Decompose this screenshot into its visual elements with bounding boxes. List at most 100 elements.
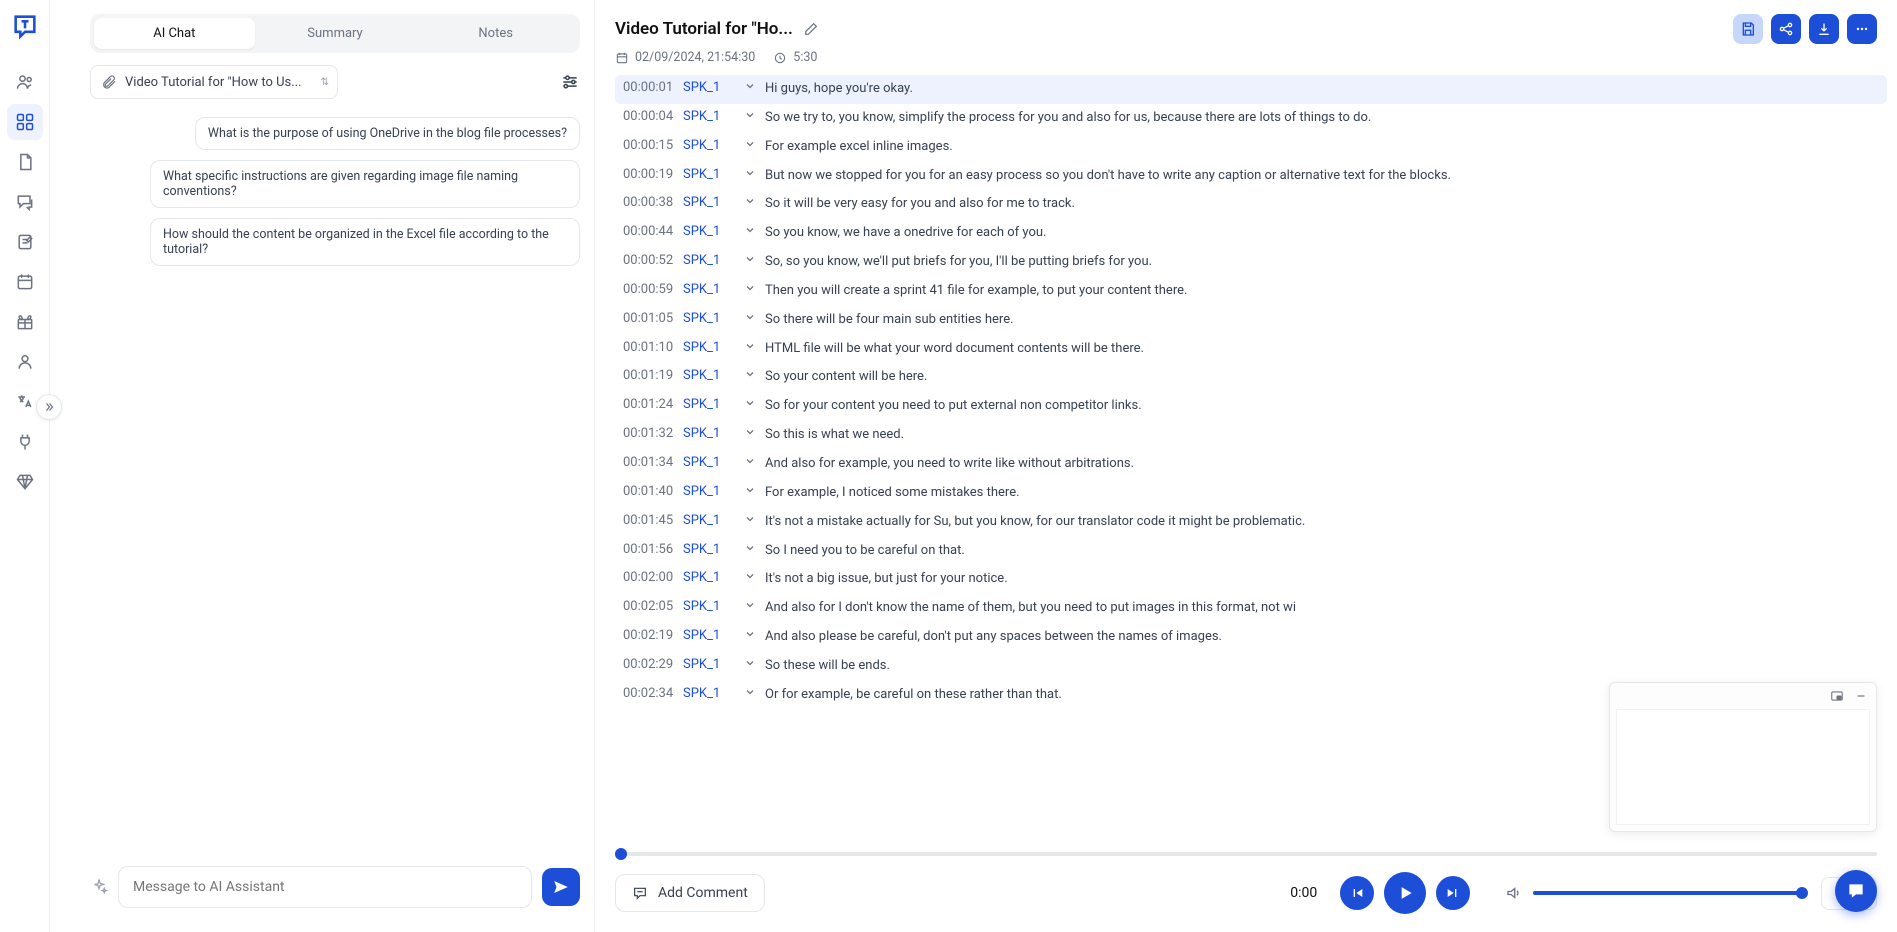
file-selector[interactable]: Video Tutorial for "How to Us... ⇅ <box>90 65 338 99</box>
chevron-down-icon[interactable] <box>735 542 765 554</box>
speaker-label[interactable]: SPK_1 <box>683 542 735 557</box>
pip-icon[interactable] <box>1830 689 1844 703</box>
chevron-down-icon[interactable] <box>735 657 765 669</box>
chevron-down-icon[interactable] <box>735 311 765 323</box>
rail-people-icon[interactable] <box>7 64 43 100</box>
speaker-label[interactable]: SPK_1 <box>683 224 735 239</box>
edit-title-icon[interactable] <box>803 21 819 37</box>
volume-bar[interactable] <box>1533 891 1803 895</box>
rail-expand-button[interactable] <box>36 394 62 420</box>
suggestion-item[interactable]: How should the content be organized in t… <box>150 218 580 266</box>
transcript-row[interactable]: 00:01:34SPK_1And also for example, you n… <box>615 450 1887 479</box>
speaker-label[interactable]: SPK_1 <box>683 599 735 614</box>
chevron-down-icon[interactable] <box>735 253 765 265</box>
transcript-row[interactable]: 00:00:52SPK_1So, so you know, we'll put … <box>615 248 1887 277</box>
chevron-down-icon[interactable] <box>735 109 765 121</box>
chat-input[interactable] <box>118 866 532 908</box>
chevron-down-icon[interactable] <box>735 426 765 438</box>
send-button[interactable] <box>542 868 580 906</box>
transcript-row[interactable]: 00:01:56SPK_1So I need you to be careful… <box>615 537 1887 566</box>
transcript-row[interactable]: 00:00:15SPK_1For example excel inline im… <box>615 133 1887 162</box>
prev-button[interactable] <box>1340 876 1374 910</box>
speaker-label[interactable]: SPK_1 <box>683 368 735 383</box>
speaker-label[interactable]: SPK_1 <box>683 657 735 672</box>
add-comment-button[interactable]: Add Comment <box>615 874 765 912</box>
rail-plugin-icon[interactable] <box>7 424 43 460</box>
speaker-label[interactable]: SPK_1 <box>683 138 735 153</box>
tab-summary[interactable]: Summary <box>255 18 416 49</box>
transcript-row[interactable]: 00:01:45SPK_1It's not a mistake actually… <box>615 508 1887 537</box>
speaker-label[interactable]: SPK_1 <box>683 686 735 701</box>
more-button[interactable] <box>1847 14 1877 44</box>
speaker-label[interactable]: SPK_1 <box>683 282 735 297</box>
transcript-row[interactable]: 00:02:05SPK_1And also for I don't know t… <box>615 594 1887 623</box>
transcript-row[interactable]: 00:01:19SPK_1So your content will be her… <box>615 363 1887 392</box>
transcript-row[interactable]: 00:01:40SPK_1For example, I noticed some… <box>615 479 1887 508</box>
app-logo[interactable] <box>11 12 39 40</box>
sparkle-icon[interactable] <box>90 878 108 896</box>
chevron-down-icon[interactable] <box>735 599 765 611</box>
rail-document-icon[interactable] <box>7 144 43 180</box>
speaker-label[interactable]: SPK_1 <box>683 628 735 643</box>
rail-calendar-icon[interactable] <box>7 264 43 300</box>
transcript-row[interactable]: 00:01:24SPK_1So for your content you nee… <box>615 392 1887 421</box>
video-thumbnail[interactable] <box>1609 682 1877 832</box>
suggestion-item[interactable]: What is the purpose of using OneDrive in… <box>195 117 580 150</box>
transcript-row[interactable]: 00:01:32SPK_1So this is what we need. <box>615 421 1887 450</box>
rail-profile-icon[interactable] <box>7 344 43 380</box>
chevron-down-icon[interactable] <box>735 167 765 179</box>
chevron-down-icon[interactable] <box>735 570 765 582</box>
download-button[interactable] <box>1809 14 1839 44</box>
chevron-down-icon[interactable] <box>735 195 765 207</box>
chevron-down-icon[interactable] <box>735 513 765 525</box>
chevron-down-icon[interactable] <box>735 455 765 467</box>
transcript-row[interactable]: 00:01:10SPK_1HTML file will be what your… <box>615 335 1887 364</box>
tab-notes[interactable]: Notes <box>415 18 576 49</box>
speaker-label[interactable]: SPK_1 <box>683 484 735 499</box>
suggestion-item[interactable]: What specific instructions are given reg… <box>150 160 580 208</box>
minimize-icon[interactable] <box>1854 689 1868 703</box>
chevron-down-icon[interactable] <box>735 368 765 380</box>
speaker-label[interactable]: SPK_1 <box>683 253 735 268</box>
speaker-label[interactable]: SPK_1 <box>683 397 735 412</box>
transcript-row[interactable]: 00:01:05SPK_1So there will be four main … <box>615 306 1887 335</box>
transcript-row[interactable]: 00:02:19SPK_1And also please be careful,… <box>615 623 1887 652</box>
rail-chat-icon[interactable] <box>7 184 43 220</box>
speaker-label[interactable]: SPK_1 <box>683 109 735 124</box>
rail-gift-icon[interactable] <box>7 304 43 340</box>
speaker-label[interactable]: SPK_1 <box>683 426 735 441</box>
next-button[interactable] <box>1436 876 1470 910</box>
speaker-label[interactable]: SPK_1 <box>683 80 735 95</box>
speaker-label[interactable]: SPK_1 <box>683 513 735 528</box>
speaker-label[interactable]: SPK_1 <box>683 167 735 182</box>
chevron-down-icon[interactable] <box>735 224 765 236</box>
transcript-row[interactable]: 00:00:19SPK_1But now we stopped for you … <box>615 162 1887 191</box>
support-fab[interactable] <box>1835 870 1877 912</box>
speaker-label[interactable]: SPK_1 <box>683 311 735 326</box>
chevron-down-icon[interactable] <box>735 138 765 150</box>
transcript-row[interactable]: 00:00:01SPK_1Hi guys, hope you're okay. <box>615 75 1887 104</box>
filter-sliders-icon[interactable] <box>560 72 580 92</box>
seek-bar[interactable] <box>615 852 1877 856</box>
transcript-row[interactable]: 00:00:44SPK_1So you know, we have a oned… <box>615 219 1887 248</box>
transcript-row[interactable]: 00:00:04SPK_1So we try to, you know, sim… <box>615 104 1887 133</box>
seek-knob[interactable] <box>615 848 627 860</box>
transcript-row[interactable]: 00:00:38SPK_1So it will be very easy for… <box>615 190 1887 219</box>
transcript-row[interactable]: 00:02:29SPK_1So these will be ends. <box>615 652 1887 681</box>
chevron-down-icon[interactable] <box>735 397 765 409</box>
play-button[interactable] <box>1384 872 1426 914</box>
share-button[interactable] <box>1771 14 1801 44</box>
transcript-row[interactable]: 00:00:59SPK_1Then you will create a spri… <box>615 277 1887 306</box>
chevron-down-icon[interactable] <box>735 340 765 352</box>
transcript-row[interactable]: 00:02:00SPK_1It's not a big issue, but j… <box>615 565 1887 594</box>
chevron-down-icon[interactable] <box>735 80 765 92</box>
chevron-down-icon[interactable] <box>735 484 765 496</box>
tab-ai-chat[interactable]: AI Chat <box>94 18 255 49</box>
chevron-down-icon[interactable] <box>735 686 765 698</box>
speaker-label[interactable]: SPK_1 <box>683 340 735 355</box>
chevron-down-icon[interactable] <box>735 628 765 640</box>
rail-dashboard-icon[interactable] <box>7 104 43 140</box>
save-button[interactable] <box>1733 14 1763 44</box>
transcript-list[interactable]: 00:00:01SPK_1Hi guys, hope you're okay.0… <box>595 75 1897 842</box>
rail-diamond-icon[interactable] <box>7 464 43 500</box>
